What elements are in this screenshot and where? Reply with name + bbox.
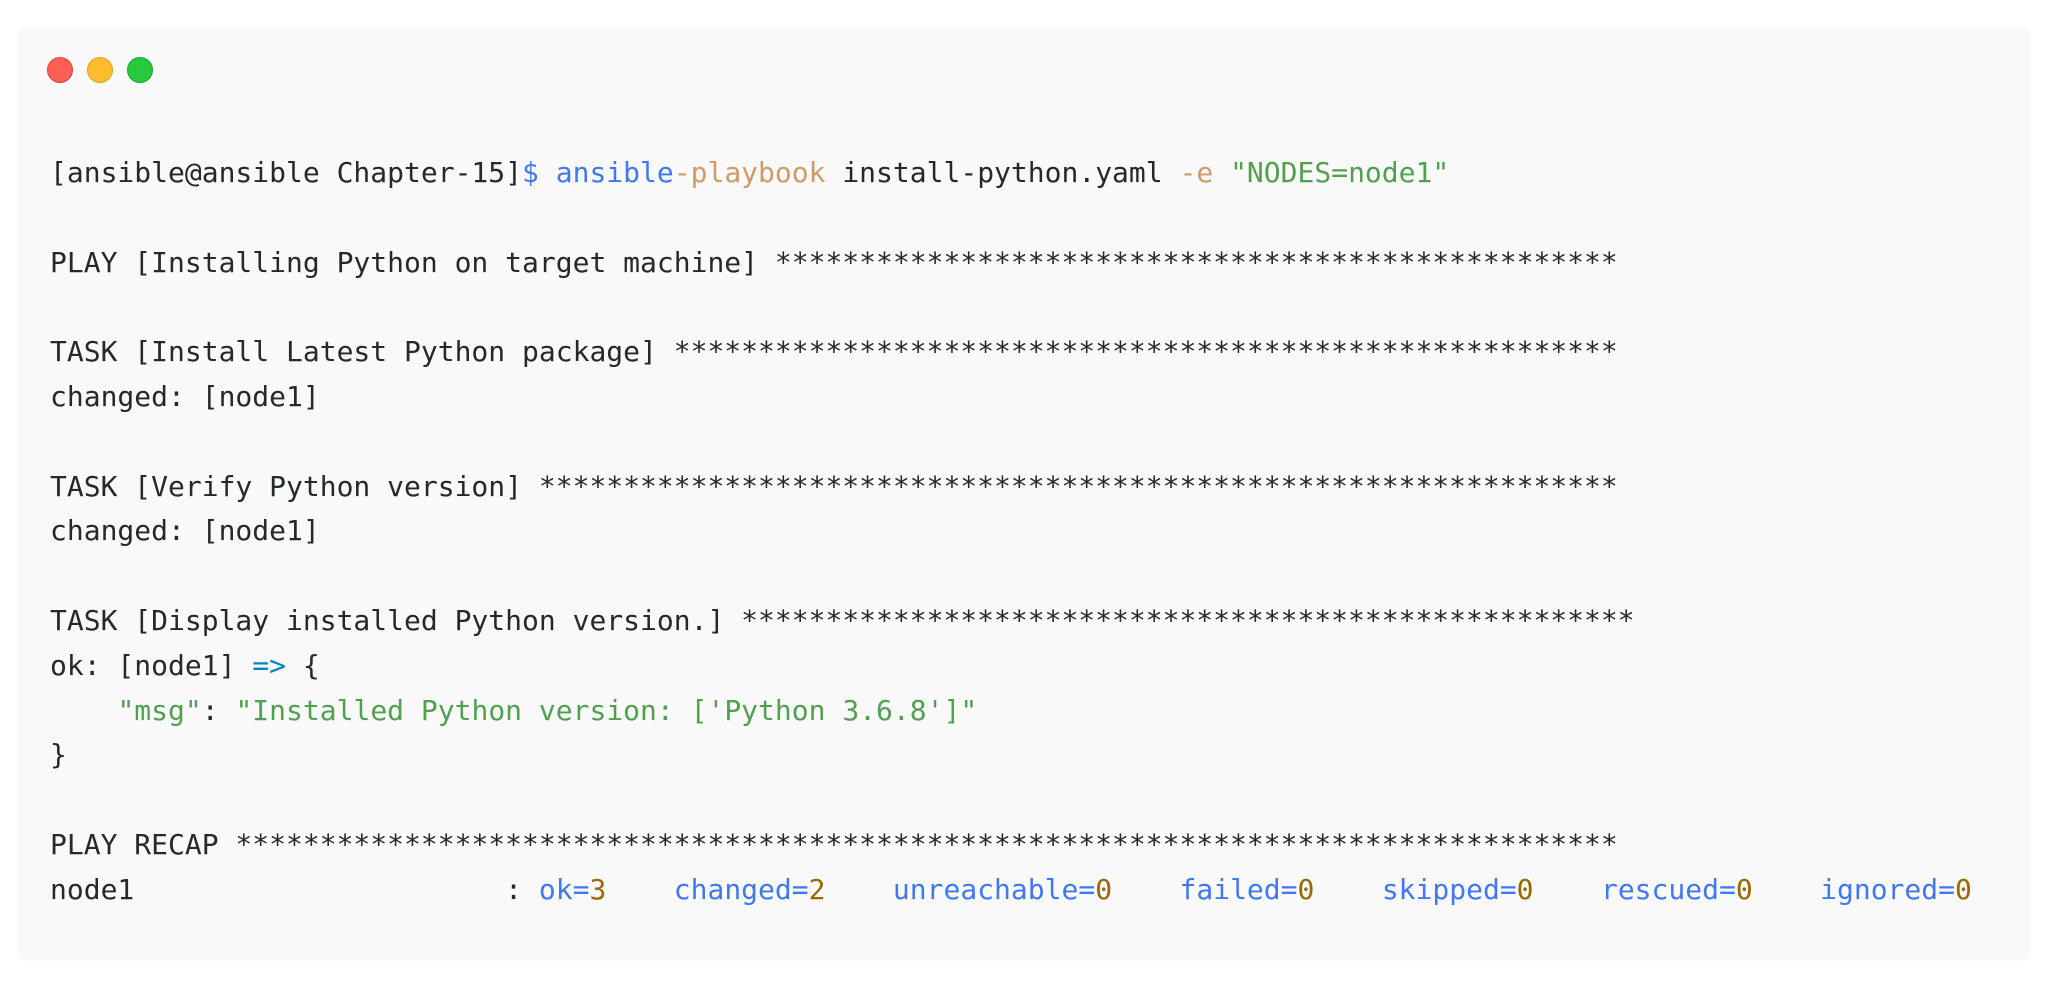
task3-msg-line: "msg": "Installed Python version: ['Pyth… <box>50 689 1972 734</box>
msg-key: "msg" <box>117 693 202 727</box>
recap-host: node1 <box>50 872 135 906</box>
recap-skipped-value: 0 <box>1516 872 1534 906</box>
task1-result: changed: [node1] <box>50 379 320 413</box>
command-name-part2: -playbook <box>673 156 826 189</box>
recap-rescued-value: 0 <box>1735 872 1753 906</box>
recap-skipped-key: skipped= <box>1381 872 1517 906</box>
task3-result: ok: [node1] => { <box>50 644 1972 689</box>
prompt-context: [ansible@ansible Chapter-15] <box>50 156 523 189</box>
task2-result: changed: [node1] <box>50 514 320 548</box>
task3-header: TASK [Display installed Python version.]… <box>50 603 1635 637</box>
recap-gap <box>825 873 892 906</box>
recap-gap <box>1753 873 1820 906</box>
maximize-dot-icon[interactable] <box>127 57 153 83</box>
terminal-window: [ansible@ansible Chapter-15]$ ansible-pl… <box>19 28 2029 960</box>
window-controls <box>47 57 153 83</box>
msg-indent <box>50 694 117 727</box>
brace-open: { <box>286 648 320 682</box>
recap-failed-key: failed= <box>1179 872 1298 906</box>
recap-gap <box>1112 873 1179 906</box>
recap-gap <box>606 873 673 906</box>
recap-header: PLAY RECAP *****************************… <box>50 827 1618 861</box>
recap-unreachable-key: unreachable= <box>892 872 1096 906</box>
brace-close: } <box>50 738 67 772</box>
msg-colon: : <box>201 693 236 727</box>
recap-failed-value: 0 <box>1297 872 1315 906</box>
msg-value: "Installed Python version: ['Python 3.6.… <box>235 693 978 727</box>
recap-gap <box>1314 873 1381 906</box>
task2-header: TASK [Verify Python version] ***********… <box>50 469 1618 503</box>
command-name-part1: ansible <box>555 156 674 189</box>
recap-line: node1 : ok=3 changed=2 unreachable=0 fai… <box>50 868 1972 913</box>
command-argument: install-python.yaml <box>842 156 1163 189</box>
recap-changed-value: 2 <box>808 872 826 906</box>
terminal-output[interactable]: [ansible@ansible Chapter-15]$ ansible-pl… <box>50 151 1972 913</box>
recap-ignored-value: 0 <box>1954 872 1972 906</box>
play-header: PLAY [Installing Python on target machin… <box>50 245 1618 279</box>
recap-ignored-key: ignored= <box>1820 872 1955 906</box>
task1-header: TASK [Install Latest Python package] ***… <box>50 335 1618 369</box>
recap-unreachable-value: 0 <box>1095 872 1113 906</box>
command-flag: -e <box>1179 156 1214 189</box>
recap-ok-key: ok= <box>538 872 590 906</box>
prompt-line: [ansible@ansible Chapter-15]$ ansible-pl… <box>50 151 1972 196</box>
task3-result-prefix: ok: [node1] <box>50 648 253 682</box>
close-dot-icon[interactable] <box>47 57 73 83</box>
recap-ok-value: 3 <box>589 872 607 906</box>
prompt-symbol: $ <box>522 156 539 189</box>
recap-separator: : <box>134 872 539 906</box>
recap-changed-key: changed= <box>673 872 809 906</box>
result-arrow: => <box>252 648 287 682</box>
command-flag-value: "NODES=node1" <box>1230 156 1450 189</box>
recap-gap <box>1534 873 1601 906</box>
minimize-dot-icon[interactable] <box>87 57 113 83</box>
recap-rescued-key: rescued= <box>1600 872 1736 906</box>
